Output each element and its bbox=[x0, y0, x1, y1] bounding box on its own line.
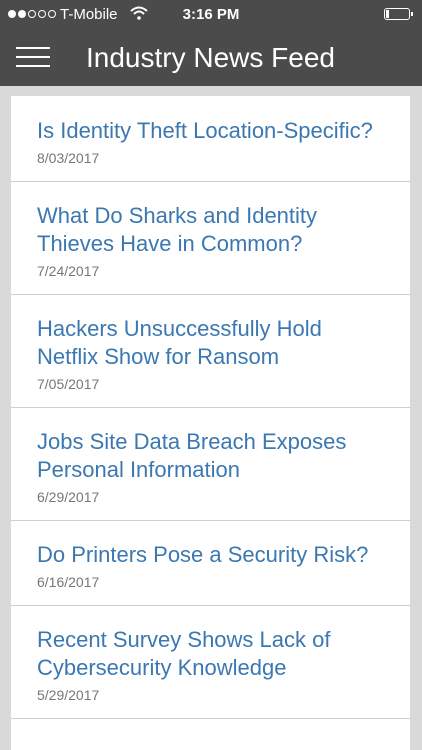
list-item[interactable]: Hackers Unsuccessfully Hold Netflix Show… bbox=[11, 295, 410, 408]
news-item-title[interactable]: Do Printers Pose a Security Risk? bbox=[37, 541, 384, 569]
news-item-date: 5/29/2017 bbox=[37, 687, 100, 703]
news-item-title[interactable]: Hackers Unsuccessfully Hold Netflix Show… bbox=[37, 315, 384, 371]
news-item-date: 7/05/2017 bbox=[37, 376, 100, 392]
news-item-date: 6/16/2017 bbox=[37, 574, 100, 590]
list-item[interactable]: Do Printers Pose a Security Risk? 6/16/2… bbox=[11, 521, 410, 606]
news-item-date: 6/29/2017 bbox=[37, 489, 100, 505]
news-item-title[interactable]: Jobs Site Data Breach Exposes Personal I… bbox=[37, 428, 384, 484]
status-time: 3:16 PM bbox=[182, 6, 240, 23]
news-item-title[interactable]: What Do Sharks and Identity Thieves Have… bbox=[37, 202, 384, 258]
hamburger-menu-icon[interactable] bbox=[16, 42, 50, 72]
news-item-date: 7/24/2017 bbox=[37, 263, 100, 279]
news-item-title[interactable]: Is Identity Theft Location-Specific? bbox=[37, 117, 384, 145]
list-item[interactable]: Is Identity Theft Location-Specific? 8/0… bbox=[11, 96, 410, 182]
news-item-date: 8/03/2017 bbox=[37, 150, 100, 166]
nav-bar: Industry News Feed bbox=[0, 30, 422, 86]
list-item[interactable]: What Do Sharks and Identity Thieves Have… bbox=[11, 182, 410, 295]
page-title: Industry News Feed bbox=[86, 42, 335, 73]
news-item-title[interactable]: Recent Survey Shows Lack of Cybersecurit… bbox=[37, 626, 384, 682]
status-bar: T-Mobile 3:16 PM bbox=[0, 0, 422, 30]
battery-level bbox=[386, 10, 389, 18]
battery-icon bbox=[384, 8, 413, 20]
list-item[interactable]: Recent Survey Shows Lack of Cybersecurit… bbox=[11, 606, 410, 719]
list-item[interactable]: Jobs Site Data Breach Exposes Personal I… bbox=[11, 408, 410, 521]
news-feed-list[interactable]: Is Identity Theft Location-Specific? 8/0… bbox=[11, 96, 410, 750]
